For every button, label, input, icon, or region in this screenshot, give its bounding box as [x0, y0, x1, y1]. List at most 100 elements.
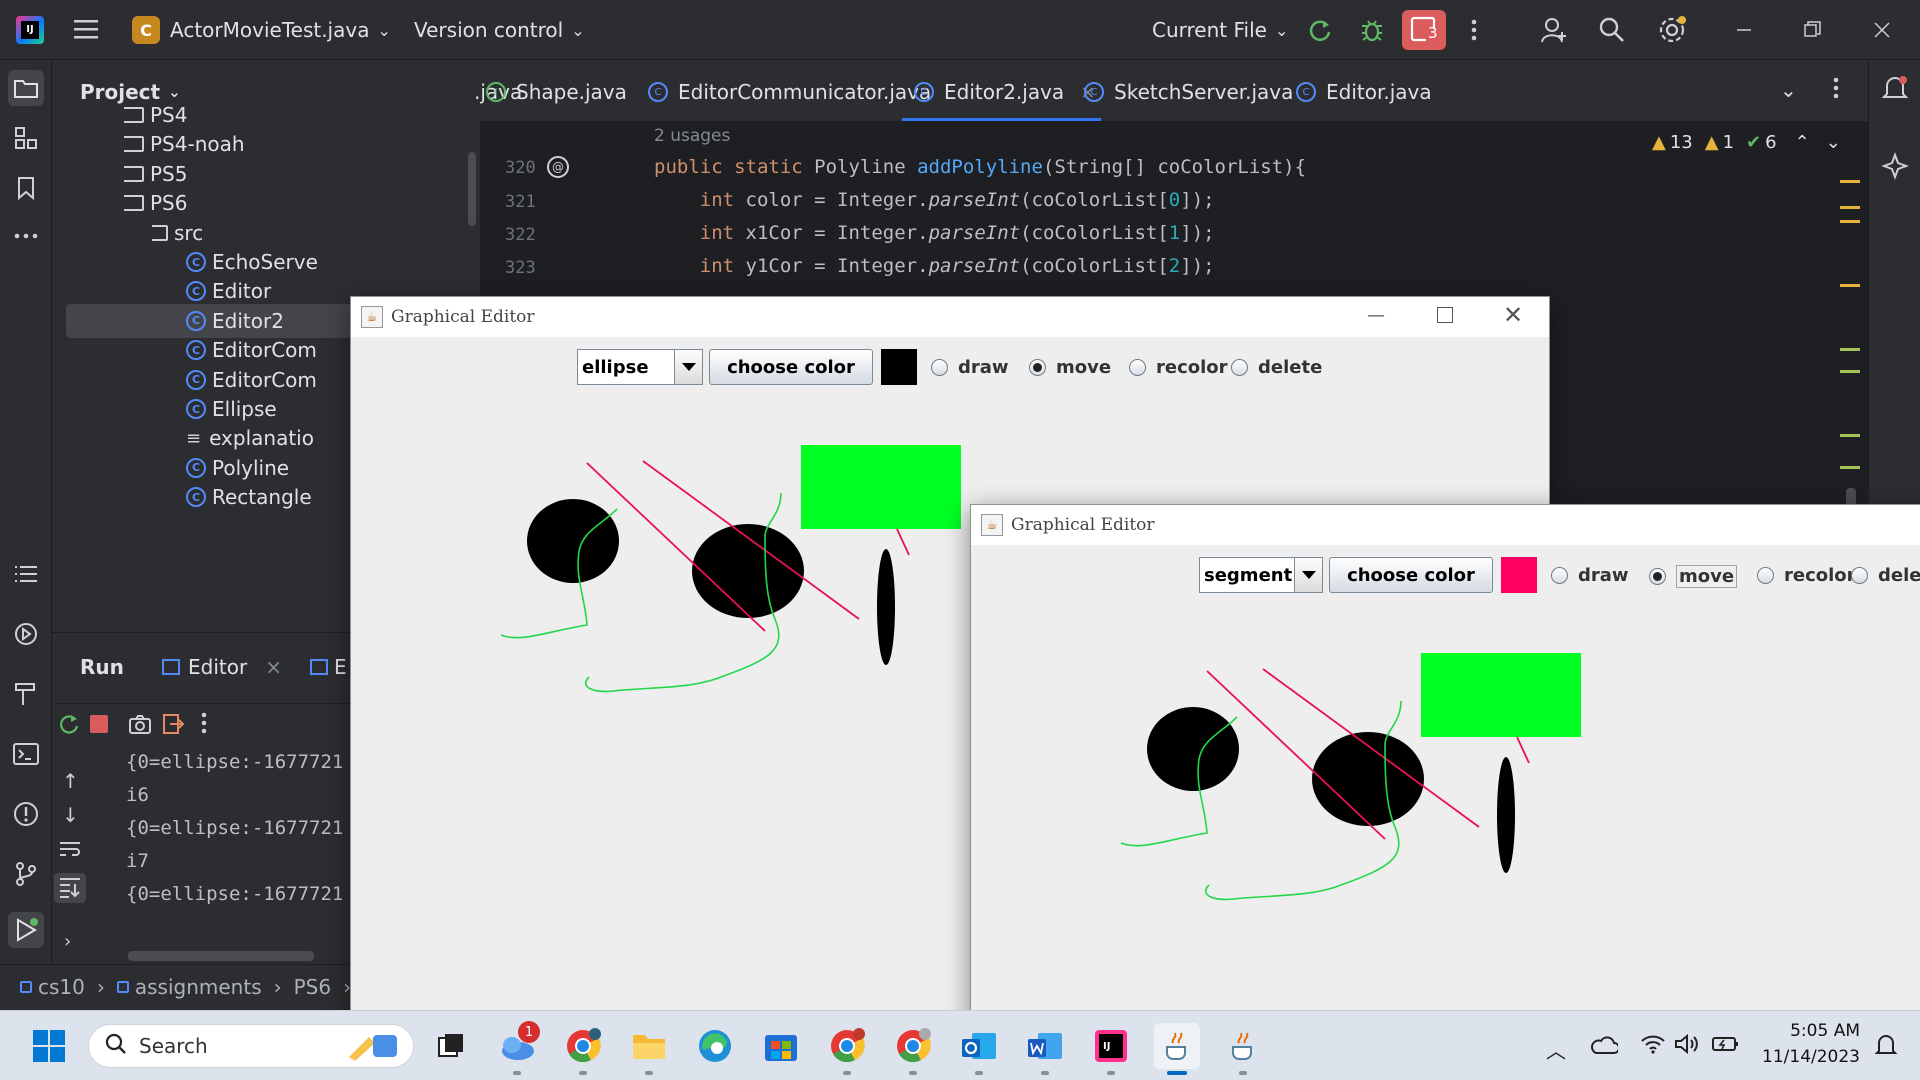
search-icon[interactable] — [1596, 14, 1628, 46]
sketch-ellipse[interactable] — [1147, 707, 1239, 791]
breadcrumb-item[interactable]: assignments — [135, 975, 262, 999]
error-stripe-mark[interactable] — [1840, 220, 1860, 223]
tab-list-chevron-icon[interactable]: ⌄ — [1780, 78, 1797, 102]
ai-assistant-icon[interactable] — [1881, 152, 1909, 184]
word-icon[interactable] — [1022, 1023, 1068, 1075]
prev-highlight-icon[interactable]: ⌃ — [1795, 132, 1810, 153]
console-line[interactable]: {0=ellipse:-1677721 — [126, 751, 343, 773]
java-app-icon[interactable] — [1154, 1023, 1200, 1075]
code-line[interactable]: int color = Integer.parseInt(coColorList… — [654, 189, 1215, 211]
services-icon[interactable] — [12, 620, 40, 648]
outlook-icon[interactable] — [956, 1023, 1002, 1075]
error-stripe-mark[interactable] — [1840, 348, 1860, 351]
edge-browser-icon[interactable] — [692, 1023, 738, 1069]
restore-icon[interactable] — [1796, 14, 1828, 46]
sketch-rectangle[interactable] — [1421, 653, 1581, 737]
intellij-icon[interactable]: IJ — [1088, 1023, 1134, 1075]
close-tab-icon[interactable]: × — [265, 655, 282, 679]
main-menu-icon[interactable] — [74, 18, 100, 40]
exit-icon[interactable] — [162, 713, 185, 739]
error-stripe-mark[interactable] — [1840, 466, 1860, 469]
breadcrumb-item[interactable]: PS6 — [294, 975, 331, 999]
maximize-icon[interactable] — [1437, 307, 1453, 323]
structure-icon[interactable] — [12, 124, 40, 152]
chrome-profile-icon[interactable] — [824, 1023, 870, 1075]
usages-hint[interactable]: 2 usages — [654, 126, 730, 146]
project-switcher[interactable]: ActorMovieTest.java ⌄ — [170, 18, 391, 42]
error-stripe-mark[interactable] — [1840, 180, 1860, 183]
window-title-bar[interactable]: ☕ Graphical Editor — [971, 505, 1920, 545]
override-gutter-icon[interactable]: @ — [547, 156, 569, 178]
code-line[interactable]: int x1Cor = Integer.parseInt(coColorList… — [654, 222, 1215, 244]
run-tab-second[interactable]: E — [310, 655, 347, 679]
chrome-profile-icon[interactable] — [890, 1023, 936, 1075]
editor-tab[interactable]: C SketchServer.java — [1084, 80, 1293, 104]
run-tab-editor[interactable]: Editor × — [162, 655, 282, 679]
window-title-bar[interactable]: ☕ Graphical Editor — ✕ — [351, 297, 1549, 337]
notification-center-icon[interactable] — [1874, 1033, 1898, 1061]
inspection-widget[interactable]: ▲ 13 ▲ 1 ✔ 6 ⌃ ⌄ — [1652, 132, 1841, 153]
debug-icon[interactable] — [1356, 14, 1388, 46]
taskbar-search[interactable]: Search — [88, 1024, 414, 1068]
drawing-canvas[interactable] — [971, 545, 1920, 1025]
build-hammer-icon[interactable] — [12, 680, 40, 708]
sketch-ellipse[interactable] — [877, 549, 895, 665]
battery-icon[interactable] — [1712, 1035, 1740, 1057]
volume-icon[interactable] — [1674, 1033, 1700, 1059]
notifications-bell-icon[interactable] — [1881, 74, 1909, 106]
minimize-icon[interactable]: — — [1367, 305, 1385, 326]
next-highlight-icon[interactable]: ⌄ — [1826, 132, 1841, 153]
run-config-selector[interactable]: Current File ⌄ — [1152, 18, 1288, 42]
error-stripe-mark[interactable] — [1840, 284, 1860, 287]
windows-start-icon[interactable] — [26, 1023, 72, 1069]
version-control-menu[interactable]: Version control ⌄ — [414, 18, 585, 42]
sketch-ellipse[interactable] — [527, 499, 619, 583]
console-line[interactable]: {0=ellipse:-1677721 — [126, 817, 343, 839]
editor-tab[interactable]: C EditorCommunicator.java — [648, 80, 931, 104]
onedrive-weather-icon[interactable]: 1 — [494, 1021, 540, 1075]
add-user-icon[interactable] — [1538, 14, 1570, 46]
more-vertical-icon[interactable] — [200, 711, 208, 739]
error-stripe-mark[interactable] — [1840, 434, 1860, 437]
close-icon[interactable]: ✕ — [1503, 301, 1523, 329]
todo-list-icon[interactable] — [12, 560, 40, 588]
bookmark-icon[interactable] — [12, 174, 40, 202]
scroll-to-end-icon[interactable] — [54, 873, 86, 903]
stop-button[interactable]: 3 — [1402, 10, 1446, 50]
java-app-icon[interactable] — [1220, 1023, 1266, 1075]
breadcrumb-item[interactable]: cs10 — [38, 975, 85, 999]
stop-icon[interactable] — [90, 715, 108, 733]
project-badge[interactable]: C — [132, 16, 160, 44]
code-line[interactable]: public static Polyline addPolyline(Strin… — [654, 156, 1306, 178]
rerun-icon[interactable] — [1304, 14, 1336, 46]
task-view-icon[interactable] — [428, 1023, 474, 1069]
console-line[interactable]: {0=ellipse:-1677721 — [126, 883, 343, 905]
settings-gear-icon[interactable] — [1656, 14, 1688, 46]
tray-chevron-up-icon[interactable]: ︿ — [1546, 1035, 1566, 1064]
sketch-segment[interactable] — [896, 528, 910, 556]
editor-tab[interactable]: I Shape.java — [486, 80, 627, 104]
sketch-rectangle[interactable] — [801, 445, 961, 529]
sketch-ellipse[interactable] — [1497, 757, 1515, 873]
sketch-segment[interactable] — [1516, 736, 1530, 764]
more-horizontal-icon[interactable] — [12, 222, 40, 250]
microsoft-store-icon[interactable] — [758, 1023, 804, 1069]
console-hscrollbar[interactable] — [128, 951, 314, 961]
scroll-down-icon[interactable]: ↓ — [62, 803, 79, 827]
more-vertical-icon[interactable] — [1458, 14, 1490, 46]
run-tool-icon[interactable] — [8, 912, 44, 948]
minimize-icon[interactable] — [1728, 14, 1760, 46]
camera-icon[interactable] — [128, 713, 152, 739]
tabs-more-icon[interactable] — [1832, 76, 1840, 104]
console-line[interactable]: i6 — [126, 784, 149, 806]
soft-wrap-icon[interactable] — [58, 839, 82, 863]
editor-tab[interactable]: C Editor2.java × — [902, 80, 1102, 121]
code-line[interactable]: int y1Cor = Integer.parseInt(coColorList… — [654, 255, 1215, 277]
git-branch-icon[interactable] — [12, 860, 40, 888]
file-explorer-icon[interactable] — [626, 1023, 672, 1075]
terminal-icon[interactable] — [12, 740, 40, 768]
close-icon[interactable] — [1866, 14, 1898, 46]
scroll-up-icon[interactable]: ↑ — [62, 769, 79, 793]
clock-date[interactable]: 11/14/2023 — [1740, 1047, 1860, 1067]
problems-icon[interactable] — [12, 800, 40, 828]
